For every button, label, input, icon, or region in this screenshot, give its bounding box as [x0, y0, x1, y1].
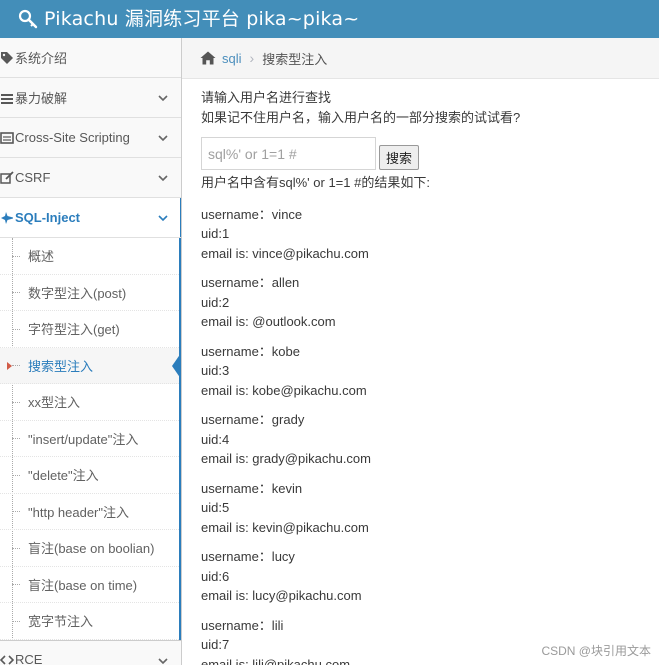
- submenu-item-wide-byte[interactable]: 宽字节注入: [0, 603, 179, 640]
- record-username: username：vince: [201, 206, 303, 222]
- result-heading: 用户名中含有sql%' or 1=1 #的结果如下:: [201, 175, 430, 190]
- tag-icon: [1, 51, 13, 64]
- record-uid: uid:1: [201, 226, 230, 241]
- submenu-item-search[interactable]: 搜索型注入: [0, 347, 181, 384]
- record-username: username：lili: [201, 617, 284, 633]
- submenu-item-label: 搜索型注入: [28, 358, 94, 374]
- sidebar-item-label: CSRF: [15, 170, 51, 185]
- chevron-down-icon: [158, 215, 168, 222]
- chevron-down-icon: [158, 135, 168, 142]
- fighter-jet-icon: [1, 211, 13, 224]
- sidebar-item-xss[interactable]: Cross-Site Scripting: [0, 118, 181, 158]
- record-uid: uid:5: [201, 500, 230, 515]
- record-username: username：lucy: [201, 549, 295, 564]
- submenu-item-overview[interactable]: 概述: [0, 238, 179, 275]
- sidebar-item-label: 系统介绍: [15, 51, 68, 66]
- edit-icon: [0, 170, 14, 184]
- submenu-item-blind-time[interactable]: 盲注(base on time): [0, 567, 179, 603]
- list-item: username：vince uid:1 email is: vince@pik…: [201, 205, 651, 264]
- active-pointer-icon: [172, 352, 181, 379]
- home-icon[interactable]: [200, 51, 216, 65]
- list-item: username：kobe uid:3 email is: kobe@pikac…: [201, 342, 651, 401]
- chevron-down-icon: [158, 175, 168, 182]
- record-email: email is: kobe@pikachu.com: [201, 382, 367, 398]
- search-input[interactable]: [201, 137, 376, 170]
- record-email: email is: kevin@pikachu.com: [201, 519, 369, 535]
- breadcrumb-current: 搜索型注入: [262, 51, 328, 67]
- record-username: username：kevin: [201, 480, 303, 496]
- submenu-item-delete[interactable]: "delete"注入: [0, 457, 179, 494]
- record-uid: uid:2: [201, 294, 230, 310]
- search-button[interactable]: 搜索: [379, 145, 420, 170]
- chevron-down-icon: [158, 95, 168, 102]
- chevron-down-icon: [158, 657, 168, 664]
- record-uid: uid:6: [201, 568, 230, 584]
- list-item: username：grady uid:4 email is: grady@pik…: [201, 410, 651, 469]
- breadcrumb: sqli › 搜索型注入: [182, 38, 659, 79]
- record-username: username：allen: [201, 275, 300, 290]
- sidebar-item-label: RCE: [15, 652, 43, 665]
- record-email: email is: vince@pikachu.com: [201, 245, 369, 261]
- submenu-item-blind-boolean[interactable]: 盲注(base on boolian): [0, 530, 179, 567]
- sidebar-item-rce[interactable]: RCE: [0, 639, 181, 665]
- record-email: email is: grady@pikachu.com: [201, 451, 371, 466]
- breadcrumb-separator: ›: [249, 50, 255, 66]
- sidebar-item-csrf[interactable]: CSRF: [0, 158, 181, 198]
- main-content: 请输入用户名进行查找 如果记不住用户名，输入用户名的一部分搜索的试试看? 搜索 …: [201, 88, 651, 665]
- top-navbar: Pikachu 漏洞练习平台 pika~pika~: [0, 0, 659, 38]
- sidebar-item-label: 暴力破解: [15, 91, 68, 106]
- submenu-item-insert-update[interactable]: "insert/update"注入: [0, 421, 179, 457]
- search-form: 搜索: [201, 137, 651, 170]
- sidebar: 系统介绍 暴力破解 Cross-Site Scripting CSRF SQL-…: [0, 38, 182, 665]
- submenu-item-xx[interactable]: xx型注入: [0, 384, 179, 421]
- sidebar-item-intro[interactable]: 系统介绍: [0, 38, 181, 78]
- submenu-item-http-header[interactable]: "http header"注入: [0, 494, 179, 530]
- submenu-item-numeric-post[interactable]: 数字型注入(post): [0, 275, 179, 311]
- wrench-key-icon: [18, 9, 38, 29]
- intro-text-1: 请输入用户名进行查找: [201, 90, 332, 105]
- record-uid: uid:4: [201, 431, 230, 447]
- record-email: email is: @outlook.com: [201, 314, 336, 329]
- record-username: username：grady: [201, 412, 305, 427]
- list-item: username：allen uid:2 email is: @outlook.…: [201, 273, 651, 332]
- record-email: email is: lucy@pikachu.com: [201, 588, 362, 603]
- bars-icon: [1, 93, 13, 104]
- result-list: username：vince uid:1 email is: vince@pik…: [201, 205, 651, 665]
- intro-text-2: 如果记不住用户名，输入用户名的一部分搜索的试试看?: [201, 109, 521, 125]
- breadcrumb-link-sqli[interactable]: sqli: [222, 51, 242, 66]
- sidebar-item-label: SQL-Inject: [15, 210, 81, 225]
- sidebar-item-label: Cross-Site Scripting: [15, 130, 130, 145]
- sidebar-item-sql-inject[interactable]: SQL-Inject: [0, 198, 181, 238]
- record-uid: uid:3: [201, 363, 230, 378]
- list-item: username：lucy uid:6 email is: lucy@pikac…: [201, 547, 651, 606]
- watermark: CSDN @块引用文本: [541, 644, 651, 658]
- sidebar-item-bruteforce[interactable]: 暴力破解: [0, 78, 181, 118]
- record-username: username：kobe: [201, 343, 300, 359]
- submenu-item-string-get[interactable]: 字符型注入(get): [0, 311, 179, 348]
- code-icon: [0, 654, 14, 665]
- list-icon: [0, 131, 14, 144]
- sql-inject-submenu: 概述 数字型注入(post) 字符型注入(get) 搜索型注入 xx型注入 "i…: [0, 238, 181, 640]
- app-title[interactable]: Pikachu 漏洞练习平台 pika~pika~: [44, 0, 359, 38]
- active-caret-icon: [7, 361, 12, 370]
- list-item: username：kevin uid:5 email is: kevin@pik…: [201, 479, 651, 538]
